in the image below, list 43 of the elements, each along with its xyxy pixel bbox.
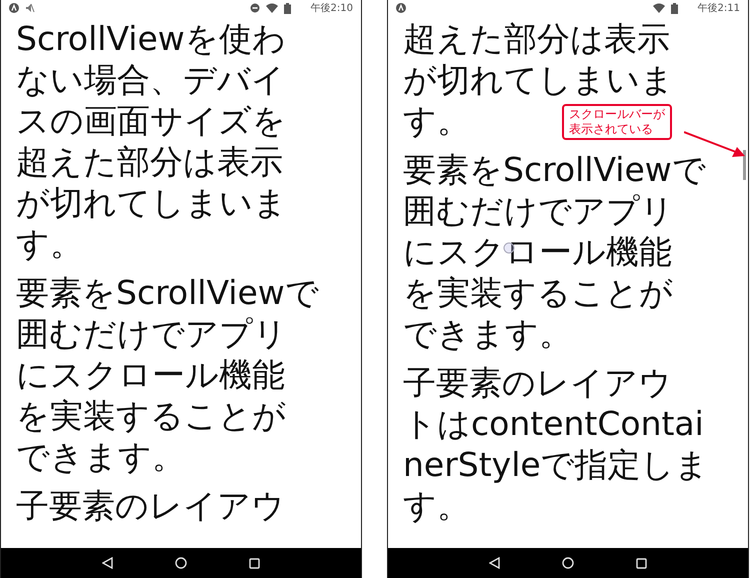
status-time: 午後2:11: [698, 2, 740, 15]
wifi-icon: [266, 3, 278, 13]
text-line: が切れてしまいま: [16, 182, 287, 223]
status-time: 午後2:10: [310, 2, 353, 15]
text-line: す。: [403, 100, 470, 141]
alert-icon: [9, 3, 19, 13]
text-line: できます。: [403, 313, 572, 354]
callout-box: スクロールバーが 表示されている: [562, 104, 672, 140]
scrollbar[interactable]: [743, 150, 746, 180]
text-line: す。: [16, 223, 83, 264]
recents-icon[interactable]: [636, 558, 647, 568]
home-icon[interactable]: [175, 557, 187, 569]
text-line: 要素をScrollViewで: [403, 149, 706, 190]
text-line: 超えた部分は表示: [403, 18, 670, 59]
text-line: す。: [403, 485, 470, 526]
text-line: 要素をScrollViewで: [16, 272, 319, 313]
text-line: 超えた部分は表示: [16, 141, 283, 182]
battery-icon: [284, 2, 291, 14]
home-icon[interactable]: [562, 557, 574, 569]
text-line: にスクロール機能: [403, 231, 672, 272]
text-line: 子要素のレイアウ: [403, 362, 672, 403]
mute-icon: [25, 3, 35, 13]
do-not-disturb-icon: [250, 3, 260, 13]
text-line: スの画面サイズを: [16, 100, 286, 141]
back-icon[interactable]: [102, 557, 113, 569]
text-line: を実装することが: [403, 272, 673, 313]
text-line: できます。: [16, 436, 185, 477]
text-line: を実装することが: [16, 395, 286, 436]
recents-icon[interactable]: [249, 558, 260, 568]
text-line: トはcontentContai: [403, 403, 704, 444]
text-line: 囲むだけでアプリ: [403, 190, 674, 231]
arrow: [684, 130, 746, 158]
text-line: が切れてしまいま: [403, 59, 674, 100]
text-line: ない場合、デバイ: [16, 59, 285, 100]
back-icon[interactable]: [489, 557, 500, 569]
text-line: nerStyleで指定しま: [403, 444, 709, 485]
wifi-icon: [652, 3, 665, 13]
battery-icon: [670, 2, 678, 14]
alert-icon: [396, 3, 406, 13]
text-line: 子要素のレイアウ: [16, 485, 285, 526]
text-line: 囲むだけでアプリ: [16, 313, 287, 354]
text-line: ScrollViewを使わ: [16, 18, 286, 59]
text-line: にスクロール機能: [16, 354, 285, 395]
